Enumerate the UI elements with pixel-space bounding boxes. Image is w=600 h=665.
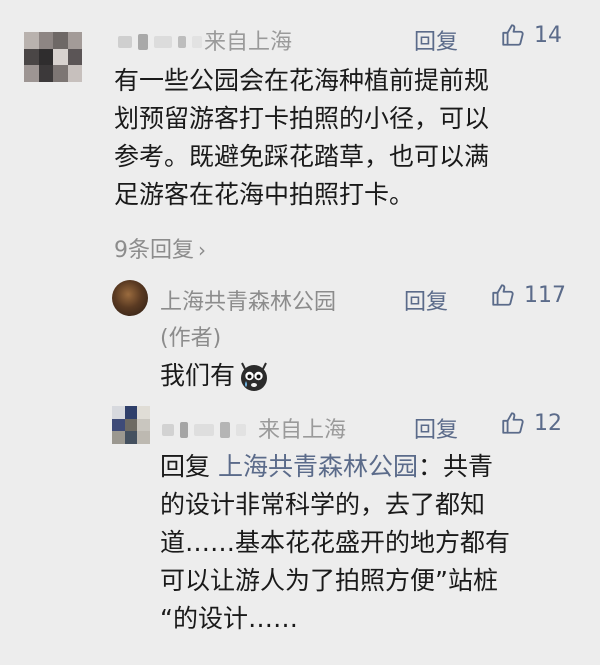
- reply1-like-button[interactable]: 117: [490, 282, 566, 308]
- reply2-avatar[interactable]: [112, 406, 150, 444]
- comment-reply-button[interactable]: 回复: [414, 24, 458, 56]
- reply1-text-content: 我们有: [160, 361, 236, 390]
- thumbs-up-icon: [502, 24, 524, 46]
- reply2-text-line: 可以让游人为了拍照方便”站桩: [160, 566, 498, 595]
- thumbs-up-icon: [492, 284, 514, 306]
- reply2-like-count: 12: [534, 410, 562, 436]
- reply2-first-line-rest: ：共青: [417, 452, 493, 481]
- reply2-mention-link[interactable]: 上海共青森林公园: [218, 452, 418, 481]
- thumbs-up-icon: [502, 412, 524, 434]
- reply2-text-line: 道……基本花花盛开的地方都有: [160, 528, 511, 557]
- comment-text-line: 参考。既避免踩花踏草，也可以满: [114, 142, 490, 171]
- reply2-reply-button[interactable]: 回复: [414, 412, 458, 444]
- reply1-text: 我们有: [160, 357, 271, 395]
- reply2-text-line: 的设计非常科学的，去了都知: [160, 490, 486, 519]
- comment-like-button[interactable]: 14: [500, 22, 562, 48]
- reply1-reply-button[interactable]: 回复: [404, 284, 448, 316]
- reply2-prefix: 回复: [160, 452, 211, 481]
- reply2-like-button[interactable]: 12: [500, 410, 562, 436]
- view-replies-link[interactable]: 9条回复 ›: [114, 232, 206, 264]
- author-name[interactable]: 上海共青森林公园: [160, 284, 336, 316]
- chevron-right-icon: ›: [198, 238, 206, 262]
- comment-like-count: 14: [534, 22, 562, 48]
- comment-text-line: 划预留游客打卡拍照的小径，可以: [114, 104, 490, 133]
- author-role-label: (作者): [160, 326, 222, 351]
- reply2-location: 来自上海: [258, 418, 347, 443]
- crying-face-emoji-icon: [241, 362, 268, 391]
- reply2-text: 回复 上海共青森林公园：共青 的设计非常科学的，去了都知 道……基本花花盛开的地…: [160, 448, 580, 638]
- replies-count: 9条回复: [114, 238, 194, 263]
- commenter-name-redacted: [118, 32, 202, 52]
- reply1-like-count: 117: [524, 282, 566, 308]
- reply2-text-line: 回复 上海共青森林公园：共青: [160, 448, 580, 486]
- commenter-location: 来自上海: [204, 30, 293, 55]
- comment-text-line: 足游客在花海中拍照打卡。: [114, 180, 415, 209]
- author-avatar[interactable]: [112, 280, 148, 316]
- reply2-name-redacted: [162, 420, 246, 440]
- comment-text: 有一些公园会在花海种植前提前规 划预留游客打卡拍照的小径，可以 参考。既避免踩花…: [114, 62, 584, 214]
- commenter-avatar[interactable]: [24, 32, 82, 82]
- reply2-text-line: “的设计……: [160, 604, 298, 633]
- comment-text-line: 有一些公园会在花海种植前提前规: [114, 66, 490, 95]
